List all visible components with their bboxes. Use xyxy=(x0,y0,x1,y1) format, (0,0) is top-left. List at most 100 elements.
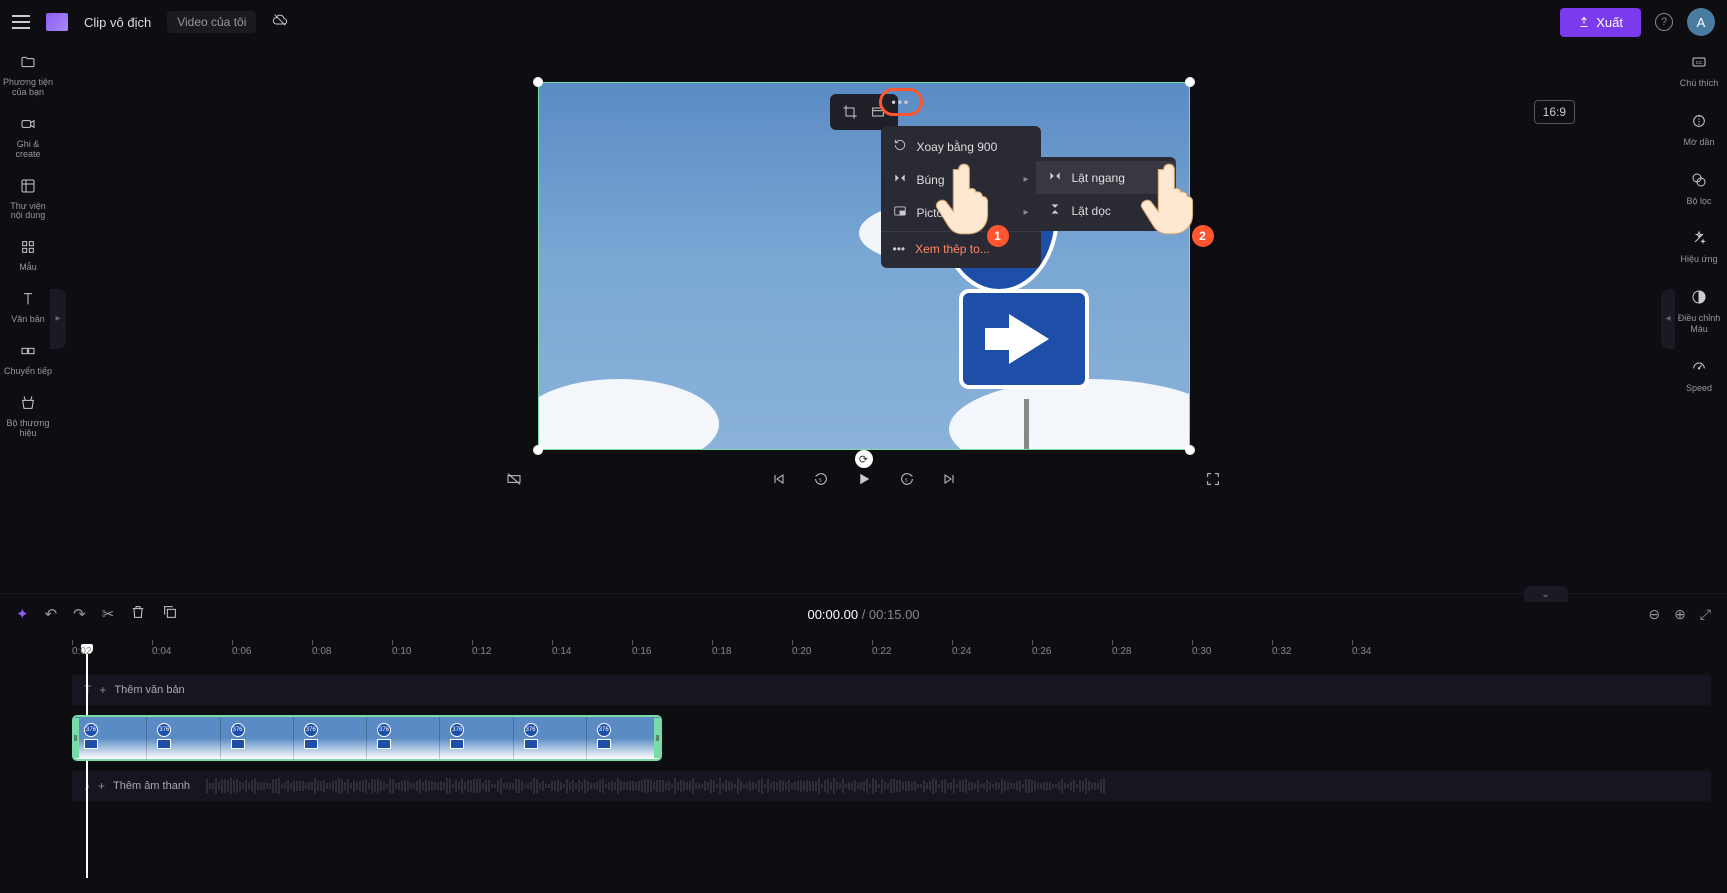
sidebar-label: Bộ thương hiệu xyxy=(3,419,53,439)
resize-handle-tl[interactable] xyxy=(533,77,543,87)
sidebar-item-text[interactable]: Văn bản xyxy=(3,291,53,325)
clip-trim-left[interactable]: ‖ xyxy=(72,718,79,758)
chevron-right-icon: ▸ xyxy=(1023,207,1028,218)
more-options-highlight: ••• xyxy=(879,88,924,116)
app-body: Phương tiện của bạn Ghi & create Thư việ… xyxy=(0,44,1727,593)
total-time: / 00:15.00 xyxy=(862,607,920,622)
header-right: Xuất ? A xyxy=(1560,8,1715,37)
brand-icon xyxy=(20,395,36,416)
sidebar-label: Ghi & create xyxy=(3,140,53,160)
pip-icon xyxy=(893,204,907,221)
text-icon xyxy=(20,291,36,312)
filter-icon xyxy=(1691,172,1707,193)
library-icon xyxy=(20,178,36,199)
fullscreen-icon[interactable] xyxy=(1205,471,1221,492)
sidebar-item-record[interactable]: Ghi & create xyxy=(3,116,53,160)
sidebar-item-media[interactable]: Phương tiện của bạn xyxy=(3,54,53,98)
help-icon[interactable]: ? xyxy=(1655,13,1673,31)
plus-icon: + xyxy=(99,683,106,697)
menu-item-label: Xoay bằng 900 xyxy=(917,140,998,154)
menu-item-rotate[interactable]: Xoay bằng 900 xyxy=(881,130,1041,163)
crop-icon[interactable] xyxy=(838,100,862,124)
fade-icon xyxy=(1691,113,1707,134)
expand-timeline-icon[interactable]: ⌄ xyxy=(1524,586,1568,602)
sidebar-item-templates[interactable]: Mẫu xyxy=(3,239,53,273)
zoom-out-icon[interactable]: ⊖ xyxy=(1648,606,1660,623)
video-track[interactable]: 376 376 376 376 376 376 376 376 ‖ ‖ xyxy=(72,715,1711,761)
left-sidebar: Phương tiện của bạn Ghi & create Thư việ… xyxy=(0,44,56,593)
timeline-toolbar: ✦ ↶ ↷ ✂ 00:00.00 / 00:15.00 ⊖ ⊕ ⤢ xyxy=(16,600,1711,628)
export-button[interactable]: Xuất xyxy=(1560,8,1641,37)
clip-title[interactable]: Clip vô địch xyxy=(84,15,151,30)
sidebar-item-adjust[interactable]: Điều chỉnh Màu xyxy=(1671,289,1727,335)
clip-trim-right[interactable]: ‖ xyxy=(654,718,661,758)
flip-horizontal-icon xyxy=(1048,169,1062,186)
text-track[interactable]: T + Thêm văn bản xyxy=(72,675,1711,705)
delete-icon[interactable] xyxy=(130,604,146,624)
aspect-ratio-button[interactable]: 16:9 xyxy=(1534,100,1575,124)
sidebar-label: Phương tiện của bạn xyxy=(3,78,53,98)
playhead[interactable] xyxy=(86,648,88,878)
sidebar-item-speed[interactable]: Speed xyxy=(1686,359,1712,394)
zoom-fit-icon[interactable]: ⤢ xyxy=(1700,606,1711,623)
templates-icon xyxy=(20,239,36,260)
sidebar-item-library[interactable]: Thư viện nội dung xyxy=(3,178,53,222)
sidebar-item-fade[interactable]: Mờ dần xyxy=(1684,113,1715,148)
rewind-5-icon[interactable]: 5 xyxy=(813,471,829,492)
rotate-icon xyxy=(893,138,907,155)
sidebar-label: Điều chỉnh Màu xyxy=(1671,313,1727,335)
more-options-icon[interactable]: ••• xyxy=(892,95,911,109)
flip-icon xyxy=(893,171,907,188)
skip-end-icon[interactable] xyxy=(941,471,957,492)
sidebar-label: Chú thích xyxy=(1680,78,1719,89)
transitions-icon xyxy=(20,343,36,364)
sidebar-label: Văn bản xyxy=(11,315,45,325)
sidebar-label: Hiệu ứng xyxy=(1680,254,1717,265)
flip-vertical-icon xyxy=(1048,202,1062,219)
user-avatar[interactable]: A xyxy=(1687,8,1715,36)
hamburger-menu-icon[interactable] xyxy=(12,15,30,29)
video-clip[interactable]: 376 376 376 376 376 376 376 376 xyxy=(72,715,662,761)
project-name-tab[interactable]: Video của tôi xyxy=(167,11,256,33)
step-number-badge: 2 xyxy=(1192,225,1214,247)
time-display: 00:00.00 / 00:15.00 xyxy=(807,607,919,622)
sidebar-item-captions[interactable]: CC Chú thích xyxy=(1680,54,1719,89)
sidebar-item-brand[interactable]: Bộ thương hiệu xyxy=(3,395,53,439)
play-icon[interactable] xyxy=(855,470,873,493)
ai-sparkle-icon[interactable]: ✦ xyxy=(16,605,29,623)
collapse-right-panel-icon[interactable]: ◂ xyxy=(1661,289,1675,349)
sidebar-item-filter[interactable]: Bộ lọc xyxy=(1686,172,1711,207)
forward-5-icon[interactable]: 5 xyxy=(899,471,915,492)
plus-icon: + xyxy=(98,779,105,793)
tutorial-hand-pointer-2: 2 xyxy=(1134,161,1204,241)
sidebar-label: Speed xyxy=(1686,383,1712,394)
captions-icon: CC xyxy=(1691,54,1707,75)
tutorial-hand-pointer-1: 1 xyxy=(929,161,999,241)
split-icon[interactable]: ✂ xyxy=(102,605,115,623)
sidebar-label: Thư viện nội dung xyxy=(3,202,53,222)
chevron-right-icon: ▸ xyxy=(1023,174,1028,185)
menu-item-label: Xem thêp to... xyxy=(915,242,990,256)
brand-logo-icon xyxy=(46,13,68,31)
audio-track[interactable]: ♪ + Thêm âm thanh xyxy=(72,771,1711,801)
video-preview[interactable]: 376 Đây ⟳ xyxy=(538,82,1190,450)
cloud-sync-icon[interactable] xyxy=(272,12,288,33)
zoom-controls: ⊖ ⊕ ⤢ xyxy=(1648,606,1711,623)
svg-text:5: 5 xyxy=(905,478,908,483)
canvas-area: ••• 16:9 376 Đây ⟳ Xoay xyxy=(56,44,1671,593)
hide-panels-icon[interactable] xyxy=(506,471,522,492)
resize-handle-tr[interactable] xyxy=(1185,77,1195,87)
folder-icon xyxy=(20,54,36,75)
redo-icon[interactable]: ↷ xyxy=(73,605,86,623)
timeline-ruler[interactable]: 0:02 0:04 0:06 0:08 0:10 0:12 0:14 0:16 … xyxy=(16,646,1711,657)
skip-start-icon[interactable] xyxy=(771,471,787,492)
sidebar-item-effects[interactable]: Hiệu ứng xyxy=(1680,230,1717,265)
zoom-in-icon[interactable]: ⊕ xyxy=(1674,606,1686,623)
sidebar-item-transitions[interactable]: Chuyển tiếp xyxy=(3,343,53,377)
preview-frame: 376 Đây xyxy=(538,82,1190,450)
sidebar-label: Mẫu xyxy=(19,263,37,273)
app-header: Clip vô địch Video của tôi Xuất ? A xyxy=(0,0,1727,44)
right-sidebar: CC Chú thích Mờ dần Bộ lọc Hiệu ứng Điều… xyxy=(1671,44,1727,593)
duplicate-icon[interactable] xyxy=(162,604,178,624)
undo-icon[interactable]: ↶ xyxy=(45,605,58,623)
